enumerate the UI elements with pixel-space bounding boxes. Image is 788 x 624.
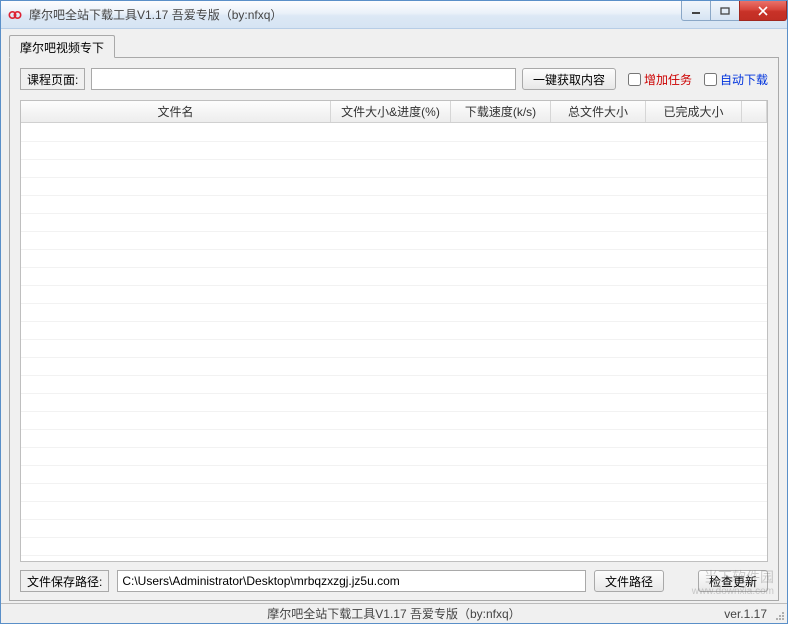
- status-version: ver.1.17: [724, 607, 767, 621]
- statusbar: 摩尔吧全站下载工具V1.17 吾爱专版（by:nfxq） ver.1.17: [1, 603, 787, 623]
- download-table[interactable]: 文件名文件大小&进度(%)下载速度(k/s)总文件大小已完成大小: [20, 100, 768, 562]
- close-button[interactable]: [739, 1, 787, 21]
- add-task-checkbox-wrap[interactable]: 增加任务: [628, 71, 692, 88]
- tab-label: 摩尔吧视频专下: [20, 41, 104, 55]
- auto-download-label: 自动下载: [720, 71, 768, 88]
- client-area: 摩尔吧视频专下 课程页面: 一键获取内容 增加任务 自动下载: [1, 29, 787, 603]
- add-task-checkbox[interactable]: [628, 73, 641, 86]
- path-row: 文件保存路径: 文件路径 检查更新: [20, 570, 768, 592]
- check-update-button[interactable]: 检查更新: [698, 570, 768, 592]
- column-header[interactable]: 文件名: [21, 101, 331, 122]
- minimize-button[interactable]: [681, 1, 711, 21]
- titlebar[interactable]: 摩尔吧全站下载工具V1.17 吾爱专版（by:nfxq）: [1, 1, 787, 29]
- app-icon: [7, 7, 23, 23]
- url-row: 课程页面: 一键获取内容 增加任务 自动下载: [20, 68, 768, 90]
- resize-grip-icon[interactable]: [773, 609, 785, 621]
- save-path-label: 文件保存路径:: [20, 570, 109, 592]
- app-window: 摩尔吧全站下载工具V1.17 吾爱专版（by:nfxq） 摩尔吧视频专下 课程页…: [0, 0, 788, 624]
- course-url-input[interactable]: [91, 68, 516, 90]
- column-header[interactable]: 已完成大小: [646, 101, 742, 122]
- choose-path-button[interactable]: 文件路径: [594, 570, 664, 592]
- tab-video-download[interactable]: 摩尔吧视频专下: [9, 35, 115, 58]
- maximize-button[interactable]: [710, 1, 740, 21]
- add-task-label: 增加任务: [644, 71, 692, 88]
- tab-strip: 摩尔吧视频专下: [9, 35, 779, 57]
- fetch-content-button[interactable]: 一键获取内容: [522, 68, 616, 90]
- course-page-label: 课程页面:: [20, 68, 85, 90]
- auto-download-checkbox-wrap[interactable]: 自动下载: [704, 71, 768, 88]
- save-path-input[interactable]: [117, 570, 586, 592]
- table-header: 文件名文件大小&进度(%)下载速度(k/s)总文件大小已完成大小: [21, 101, 767, 123]
- column-header[interactable]: 文件大小&进度(%): [331, 101, 451, 122]
- window-title: 摩尔吧全站下载工具V1.17 吾爱专版（by:nfxq）: [29, 6, 282, 23]
- column-header[interactable]: 下载速度(k/s): [451, 101, 551, 122]
- column-header[interactable]: 总文件大小: [551, 101, 646, 122]
- tab-panel: 课程页面: 一键获取内容 增加任务 自动下载 文件名文件大小&进度(%)下载速度…: [9, 57, 779, 601]
- table-body[interactable]: [21, 123, 767, 561]
- column-header-filler: [742, 101, 767, 122]
- status-center-text: 摩尔吧全站下载工具V1.17 吾爱专版（by:nfxq）: [1, 605, 787, 622]
- window-controls: [682, 1, 787, 21]
- auto-download-checkbox[interactable]: [704, 73, 717, 86]
